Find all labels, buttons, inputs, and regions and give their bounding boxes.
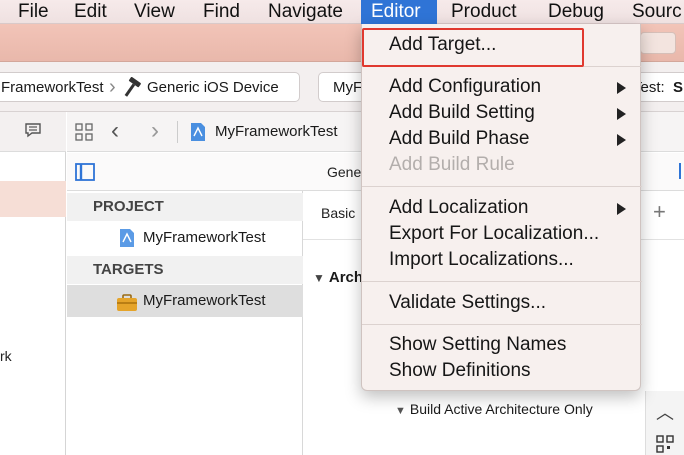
tab-general[interactable]: Gene xyxy=(327,164,361,180)
target-list-item[interactable]: MyFrameworkTest xyxy=(67,285,303,317)
menu-item-add-localization[interactable]: Add Localization xyxy=(362,195,642,221)
project-list-item[interactable]: MyFrameworkTest xyxy=(67,222,303,254)
editor-menu-dropdown: Add Target... Add Configuration Add Buil… xyxy=(361,24,642,391)
project-navigator: rk xyxy=(0,112,66,455)
menu-file[interactable]: File xyxy=(8,0,59,24)
submenu-arrow-icon xyxy=(617,108,626,120)
jumpbar-title[interactable]: MyFrameworkTest xyxy=(215,123,338,140)
related-items-icon[interactable] xyxy=(75,123,93,146)
scheme-target-label: FrameworkTest xyxy=(1,79,104,96)
qr-grid-icon[interactable] xyxy=(656,435,674,455)
add-localization-label: Add Localization xyxy=(389,197,529,218)
right-gutter: ︿ xyxy=(645,391,684,455)
menu-item-add-build-phase[interactable]: Add Build Phase xyxy=(362,126,642,152)
status-right-value: S xyxy=(673,79,684,96)
menu-source[interactable]: Sourc xyxy=(622,0,684,24)
navigator-header xyxy=(0,112,66,152)
navigator-item-fragment[interactable]: rk xyxy=(0,348,12,364)
menu-bar: File Edit View Find Navigate Editor Prod… xyxy=(0,0,684,24)
menu-item-export-localization[interactable]: Export For Localization... xyxy=(362,221,642,247)
project-section-header: PROJECT xyxy=(67,193,303,221)
add-build-setting-label: Add Build Setting xyxy=(389,102,535,123)
project-file-icon xyxy=(189,122,207,147)
framework-toolbox-icon xyxy=(116,292,138,324)
back-arrow-icon[interactable]: ‹ xyxy=(111,117,119,145)
menu-editor[interactable]: Editor xyxy=(361,0,437,24)
chevron-right-icon: › xyxy=(109,76,116,98)
basic-filter-tab[interactable]: Basic xyxy=(321,205,355,221)
add-target-highlight xyxy=(362,28,584,67)
scheme-selector[interactable]: FrameworkTest › Generic iOS Device xyxy=(0,72,300,102)
add-configuration-label: Add Configuration xyxy=(389,76,542,97)
menu-separator xyxy=(362,324,642,325)
forward-arrow-icon[interactable]: › xyxy=(151,117,159,145)
toolbar-editor-button[interactable] xyxy=(640,32,676,54)
project-item-label: MyFrameworkTest xyxy=(143,229,266,246)
submenu-arrow-icon xyxy=(617,203,626,215)
submenu-arrow-icon xyxy=(617,134,626,146)
menu-navigate[interactable]: Navigate xyxy=(258,0,353,24)
project-targets-list: PROJECT MyFrameworkTest TARGETS MyFramew… xyxy=(67,191,303,455)
hide-project-navigator-icon[interactable] xyxy=(75,163,95,186)
menu-item-add-configuration[interactable]: Add Configuration xyxy=(362,74,642,100)
target-item-label: MyFrameworkTest xyxy=(143,292,266,309)
hammer-icon xyxy=(121,77,143,103)
menu-separator xyxy=(362,281,642,282)
menu-product[interactable]: Product xyxy=(441,0,526,24)
add-build-phase-label: Add Build Phase xyxy=(389,128,530,149)
menu-edit[interactable]: Edit xyxy=(64,0,117,24)
tab-edge-indicator xyxy=(679,163,681,179)
menu-item-validate-settings[interactable]: Validate Settings... xyxy=(362,290,642,316)
disclosure-triangle-icon: ▼ xyxy=(395,405,406,417)
menu-item-show-setting-names[interactable]: Show Setting Names xyxy=(362,332,642,358)
targets-section-header: TARGETS xyxy=(67,256,303,284)
scheme-device-label: Generic iOS Device xyxy=(147,79,279,96)
submenu-arrow-icon xyxy=(617,82,626,94)
menu-debug[interactable]: Debug xyxy=(538,0,614,24)
navigator-selected-row[interactable] xyxy=(0,181,66,217)
menu-item-add-build-rule: Add Build Rule xyxy=(389,154,515,175)
menu-view[interactable]: View xyxy=(124,0,185,24)
jumpbar-divider xyxy=(177,121,178,143)
issue-navigator-icon[interactable] xyxy=(24,122,42,143)
status-left-text: MyF xyxy=(333,79,363,96)
menu-find[interactable]: Find xyxy=(193,0,250,24)
menu-item-show-definitions[interactable]: Show Definitions xyxy=(362,358,642,384)
menu-separator xyxy=(362,186,642,187)
architectures-section-header[interactable]: ▼ Archi xyxy=(313,269,367,286)
chevron-up-icon[interactable]: ︿ xyxy=(656,399,674,425)
build-active-architecture-row[interactable]: ▼ Build Active Architecture Only xyxy=(395,401,593,417)
menu-item-import-localizations[interactable]: Import Localizations... xyxy=(362,247,642,273)
add-icon[interactable]: + xyxy=(653,199,666,225)
disclosure-triangle-icon: ▼ xyxy=(313,271,325,285)
menu-item-add-build-setting[interactable]: Add Build Setting xyxy=(362,100,642,126)
build-active-architecture-label: Build Active Architecture Only xyxy=(409,401,593,417)
